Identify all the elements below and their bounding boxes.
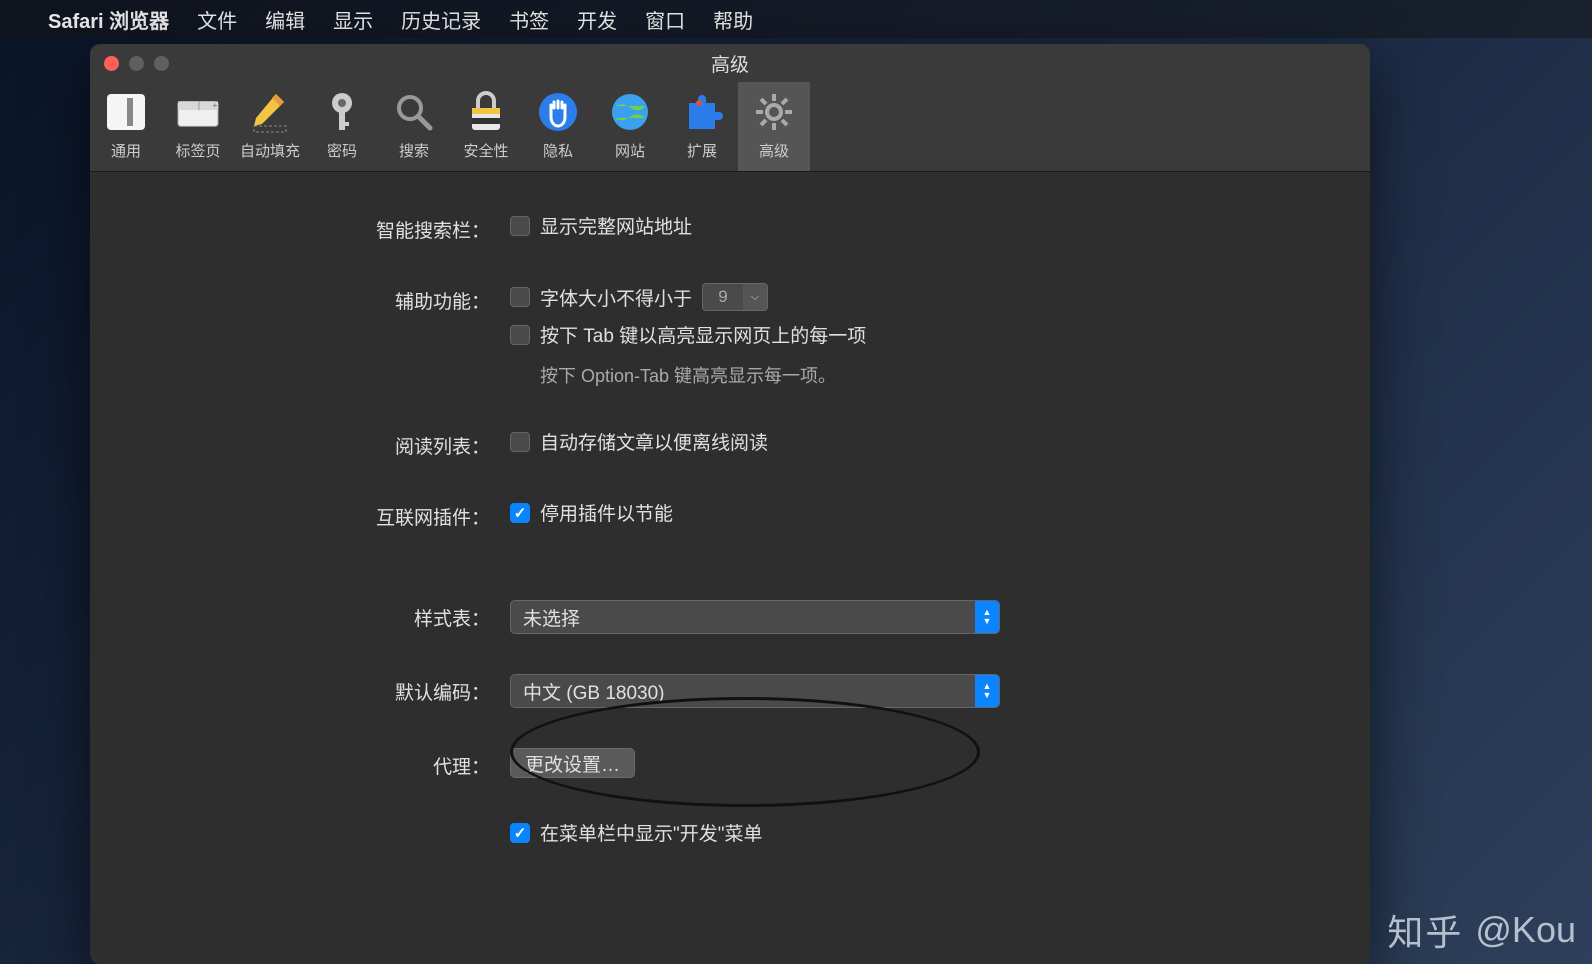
option-tab-hint: 按下 Option-Tab 键高亮显示每一项。: [540, 362, 1310, 388]
menu-help[interactable]: 帮助: [713, 5, 753, 34]
tab-extensions[interactable]: 扩展: [666, 82, 738, 171]
tab-label: 标签页: [175, 140, 220, 161]
watermark: 知乎 @Kou: [1387, 904, 1576, 956]
menu-edit[interactable]: 编辑: [265, 5, 305, 34]
save-offline-checkbox[interactable]: [510, 432, 530, 452]
tab-label: 通用: [111, 140, 141, 161]
tab-autofill[interactable]: 自动填充: [234, 82, 306, 171]
show-develop-menu-label: 在菜单栏中显示"开发"菜单: [540, 819, 763, 846]
tab-label: 网站: [615, 140, 645, 161]
svg-text:+: +: [212, 100, 217, 110]
stylesheet-label: 样式表：: [150, 600, 510, 631]
menu-view[interactable]: 显示: [333, 5, 373, 34]
tabs-icon: +: [176, 90, 220, 134]
select-arrows-icon: ▲▼: [975, 675, 999, 707]
tab-advanced[interactable]: 高级: [738, 82, 810, 171]
smart-search-label: 智能搜索栏：: [150, 212, 510, 243]
tab-label: 自动填充: [240, 140, 300, 161]
select-arrows-icon: ▲▼: [975, 601, 999, 633]
hand-icon: [536, 90, 580, 134]
watermark-author: @Kou: [1475, 909, 1576, 951]
close-button[interactable]: [104, 56, 119, 71]
tab-label: 高级: [759, 140, 789, 161]
gear-icon: [752, 90, 796, 134]
tab-label: 安全性: [463, 140, 508, 161]
show-full-url-label: 显示完整网站地址: [540, 212, 692, 239]
tab-tabs[interactable]: + 标签页: [162, 82, 234, 171]
disable-plugins-checkbox[interactable]: [510, 503, 530, 523]
tab-highlight-label: 按下 Tab 键以高亮显示网页上的每一项: [540, 321, 866, 348]
menu-history[interactable]: 历史记录: [401, 5, 481, 34]
magnify-icon: [392, 90, 436, 134]
save-offline-label: 自动存储文章以便离线阅读: [540, 428, 768, 455]
minimize-button[interactable]: [129, 56, 144, 71]
menu-file[interactable]: 文件: [197, 5, 237, 34]
window-titlebar: 高级: [90, 44, 1370, 82]
proxy-label: 代理：: [150, 748, 510, 779]
advanced-panel: 智能搜索栏： 显示完整网站地址 辅助功能： 字体大小不得小于 9 ⌵: [90, 172, 1370, 964]
internet-plugins-label: 互联网插件：: [150, 499, 510, 530]
menu-app[interactable]: Safari 浏览器: [48, 5, 169, 34]
window-title: 高级: [711, 50, 749, 77]
tab-label: 扩展: [687, 140, 717, 161]
window-controls: [104, 56, 169, 71]
tab-label: 搜索: [399, 140, 429, 161]
tab-security[interactable]: 安全性: [450, 82, 522, 171]
tab-search[interactable]: 搜索: [378, 82, 450, 171]
puzzle-icon: [680, 90, 724, 134]
tab-privacy[interactable]: 隐私: [522, 82, 594, 171]
font-min-checkbox[interactable]: [510, 287, 530, 307]
tab-label: 密码: [327, 140, 357, 161]
pencil-icon: [248, 90, 292, 134]
lock-icon: [464, 90, 508, 134]
key-icon: [320, 90, 364, 134]
tab-label: 隐私: [543, 140, 573, 161]
tab-websites[interactable]: 网站: [594, 82, 666, 171]
preferences-toolbar: 通用 + 标签页 自动填充 密码 搜索: [90, 82, 1370, 172]
encoding-select[interactable]: 中文 (GB 18030) ▲▼: [510, 674, 1000, 708]
globe-icon: [608, 90, 652, 134]
show-develop-menu-checkbox[interactable]: [510, 823, 530, 843]
reading-list-label: 阅读列表：: [150, 428, 510, 459]
change-proxy-button[interactable]: 更改设置…: [510, 748, 635, 778]
encoding-value: 中文 (GB 18030): [523, 678, 665, 705]
tab-passwords[interactable]: 密码: [306, 82, 378, 171]
font-min-value: 9: [703, 287, 743, 307]
tab-general[interactable]: 通用: [90, 82, 162, 171]
disable-plugins-label: 停用插件以节能: [540, 499, 673, 526]
accessibility-label: 辅助功能：: [150, 283, 510, 314]
menu-window[interactable]: 窗口: [645, 5, 685, 34]
switch-icon: [104, 90, 148, 134]
font-min-label: 字体大小不得小于: [540, 284, 692, 311]
show-full-url-checkbox[interactable]: [510, 216, 530, 236]
menu-bookmarks[interactable]: 书签: [509, 5, 549, 34]
encoding-label: 默认编码：: [150, 674, 510, 705]
chevron-down-icon[interactable]: ⌵: [743, 283, 767, 311]
system-menubar: Safari 浏览器 文件 编辑 显示 历史记录 书签 开发 窗口 帮助: [0, 0, 1592, 38]
preferences-window: 高级 通用 + 标签页 自动填充 密码: [90, 44, 1370, 964]
tab-highlight-checkbox[interactable]: [510, 325, 530, 345]
maximize-button[interactable]: [154, 56, 169, 71]
stylesheet-select[interactable]: 未选择 ▲▼: [510, 600, 1000, 634]
font-min-stepper[interactable]: 9 ⌵: [702, 283, 768, 311]
menu-develop[interactable]: 开发: [577, 5, 617, 34]
stylesheet-value: 未选择: [523, 604, 580, 631]
zhihu-logo-text: 知乎: [1387, 904, 1463, 956]
